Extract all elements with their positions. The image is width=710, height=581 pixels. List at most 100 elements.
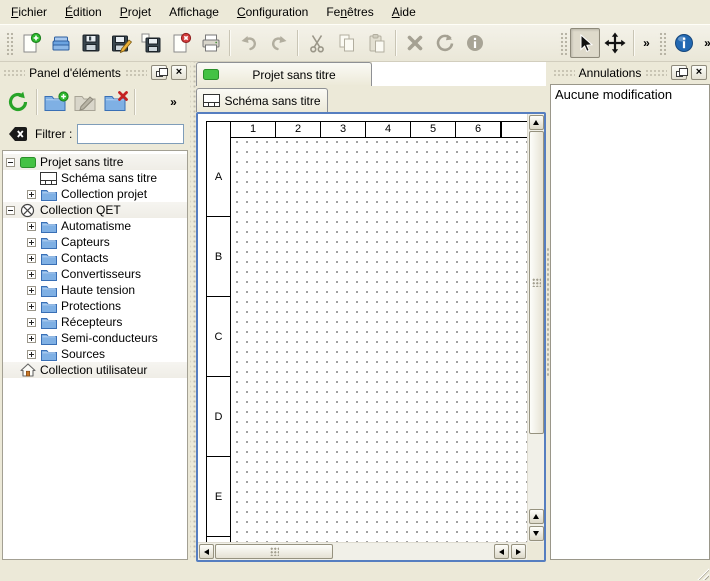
tree-item-semi-conducteurs[interactable]: Semi-conducteurs bbox=[3, 330, 187, 346]
paste-button[interactable] bbox=[362, 28, 392, 58]
float-panel-button[interactable] bbox=[151, 65, 167, 80]
new-document-button[interactable] bbox=[16, 28, 46, 58]
tree-item-capteurs[interactable]: Capteurs bbox=[3, 234, 187, 250]
redo-button[interactable] bbox=[264, 28, 294, 58]
tree-item-recepteurs[interactable]: Récepteurs bbox=[3, 314, 187, 330]
delete-icon bbox=[404, 32, 426, 54]
scroll-down-button[interactable] bbox=[529, 526, 544, 541]
filter-row: Filtrer : bbox=[0, 120, 190, 148]
delete-selection-button[interactable] bbox=[400, 28, 430, 58]
scroll-left-button-2[interactable] bbox=[494, 544, 509, 559]
expand-icon[interactable] bbox=[27, 334, 36, 343]
float-panel-button[interactable] bbox=[671, 65, 687, 80]
save-button[interactable] bbox=[76, 28, 106, 58]
menu-configuration[interactable]: Configuration bbox=[228, 2, 317, 22]
tree-item-collection-qet[interactable]: Collection QET bbox=[3, 202, 187, 218]
save-as-button[interactable] bbox=[106, 28, 136, 58]
info-toolbar-overflow-button[interactable]: » bbox=[699, 30, 710, 56]
vertical-scrollbar-thumb[interactable] bbox=[529, 131, 544, 434]
menu-fichier[interactable]: Fichier bbox=[2, 2, 56, 22]
edit-category-button[interactable] bbox=[71, 87, 101, 117]
diagram-information-button[interactable] bbox=[669, 28, 699, 58]
tree-item-haute-tension[interactable]: Haute tension bbox=[3, 282, 187, 298]
new-category-icon bbox=[43, 91, 69, 113]
vertical-scrollbar[interactable] bbox=[527, 114, 544, 542]
tree-item-label: Protections bbox=[61, 299, 121, 313]
expand-icon[interactable] bbox=[27, 286, 36, 295]
close-panel-button[interactable]: × bbox=[691, 65, 707, 80]
tools-toolbar-handle[interactable] bbox=[559, 31, 567, 55]
expand-icon[interactable] bbox=[27, 254, 36, 263]
close-file-button[interactable] bbox=[166, 28, 196, 58]
info-toolbar-handle[interactable] bbox=[658, 31, 666, 55]
menu-projet[interactable]: Projet bbox=[111, 2, 160, 22]
menu-fenetres[interactable]: Fenêtres bbox=[317, 2, 382, 22]
horizontal-scrollbar-thumb[interactable] bbox=[215, 544, 333, 559]
expand-icon[interactable] bbox=[27, 302, 36, 311]
tree-item-schema-sans-titre[interactable]: Schéma sans titre bbox=[3, 170, 187, 186]
scroll-up-button-2[interactable] bbox=[529, 509, 544, 524]
expand-icon[interactable] bbox=[27, 318, 36, 327]
expand-icon[interactable] bbox=[27, 350, 36, 359]
element-information-button[interactable] bbox=[460, 28, 490, 58]
tree-item-projet-sans-titre[interactable]: Projet sans titre bbox=[3, 154, 187, 170]
tree-item-contacts[interactable]: Contacts bbox=[3, 250, 187, 266]
scroll-up-button[interactable] bbox=[529, 115, 544, 130]
row-header-D: D bbox=[206, 377, 231, 457]
collapse-icon[interactable] bbox=[6, 158, 15, 167]
rotate-selection-button[interactable] bbox=[430, 28, 460, 58]
tabbar-empty-area bbox=[372, 62, 546, 86]
close-panel-button[interactable]: × bbox=[171, 65, 187, 80]
tree-item-label: Capteurs bbox=[61, 235, 110, 249]
undo-list-item[interactable]: Aucune modification bbox=[551, 86, 709, 103]
filter-input[interactable] bbox=[77, 124, 184, 144]
copy-button[interactable] bbox=[332, 28, 362, 58]
column-header-partial bbox=[501, 121, 527, 138]
toolbar-handle[interactable] bbox=[5, 31, 13, 55]
print-button[interactable] bbox=[196, 28, 226, 58]
menu-edition[interactable]: Édition bbox=[56, 2, 111, 22]
float-icon bbox=[156, 71, 163, 77]
expand-icon[interactable] bbox=[27, 190, 36, 199]
tree-item-convertisseurs[interactable]: Convertisseurs bbox=[3, 266, 187, 282]
pan-mode-button[interactable] bbox=[600, 28, 630, 58]
tree-item-automatisme[interactable]: Automatisme bbox=[3, 218, 187, 234]
collections-overflow-button[interactable]: » bbox=[165, 89, 182, 115]
tab-schema[interactable]: Schéma sans titre bbox=[196, 88, 328, 112]
diagram-canvas[interactable]: 123456 ABCDE bbox=[198, 114, 527, 542]
expand-icon[interactable] bbox=[27, 270, 36, 279]
undo-panel-titlebar[interactable]: Annulations × bbox=[550, 62, 710, 83]
menu-affichage[interactable]: Affichage bbox=[160, 2, 228, 22]
clear-filter-button[interactable] bbox=[6, 123, 30, 145]
dock-handle-texture bbox=[3, 69, 25, 77]
resize-grip-icon[interactable] bbox=[696, 567, 709, 580]
cut-button[interactable] bbox=[302, 28, 332, 58]
toolbar-overflow-button[interactable]: » bbox=[638, 30, 655, 56]
frame-corner-cell bbox=[206, 121, 231, 138]
scroll-left-button[interactable] bbox=[199, 544, 214, 559]
scroll-right-button[interactable] bbox=[511, 544, 526, 559]
menu-aide[interactable]: Aide bbox=[383, 2, 425, 22]
save-all-button[interactable] bbox=[136, 28, 166, 58]
toolbar-separator bbox=[395, 30, 397, 56]
tab-project[interactable]: Projet sans titre bbox=[196, 62, 372, 86]
reload-collections-button[interactable] bbox=[3, 87, 33, 117]
tree-item-protections[interactable]: Protections bbox=[3, 298, 187, 314]
delete-category-button[interactable] bbox=[101, 87, 131, 117]
tree-item-collection-utilisateur[interactable]: Collection utilisateur bbox=[3, 362, 187, 378]
schema-tab-label: Schéma sans titre bbox=[224, 94, 321, 108]
open-document-button[interactable] bbox=[46, 28, 76, 58]
expand-icon[interactable] bbox=[27, 222, 36, 231]
collapse-icon[interactable] bbox=[6, 206, 15, 215]
expand-icon[interactable] bbox=[27, 238, 36, 247]
selection-mode-button[interactable] bbox=[570, 28, 600, 58]
move-icon bbox=[604, 32, 626, 54]
tree-item-collection-projet[interactable]: Collection projet bbox=[3, 186, 187, 202]
elements-panel-titlebar[interactable]: Panel d'éléments × bbox=[0, 62, 190, 83]
new-category-button[interactable] bbox=[41, 87, 71, 117]
toolbar-separator bbox=[134, 89, 136, 115]
tree-item-sources[interactable]: Sources bbox=[3, 346, 187, 362]
arrow-right-icon bbox=[516, 549, 521, 555]
undo-button[interactable] bbox=[234, 28, 264, 58]
horizontal-scrollbar[interactable] bbox=[198, 542, 527, 560]
